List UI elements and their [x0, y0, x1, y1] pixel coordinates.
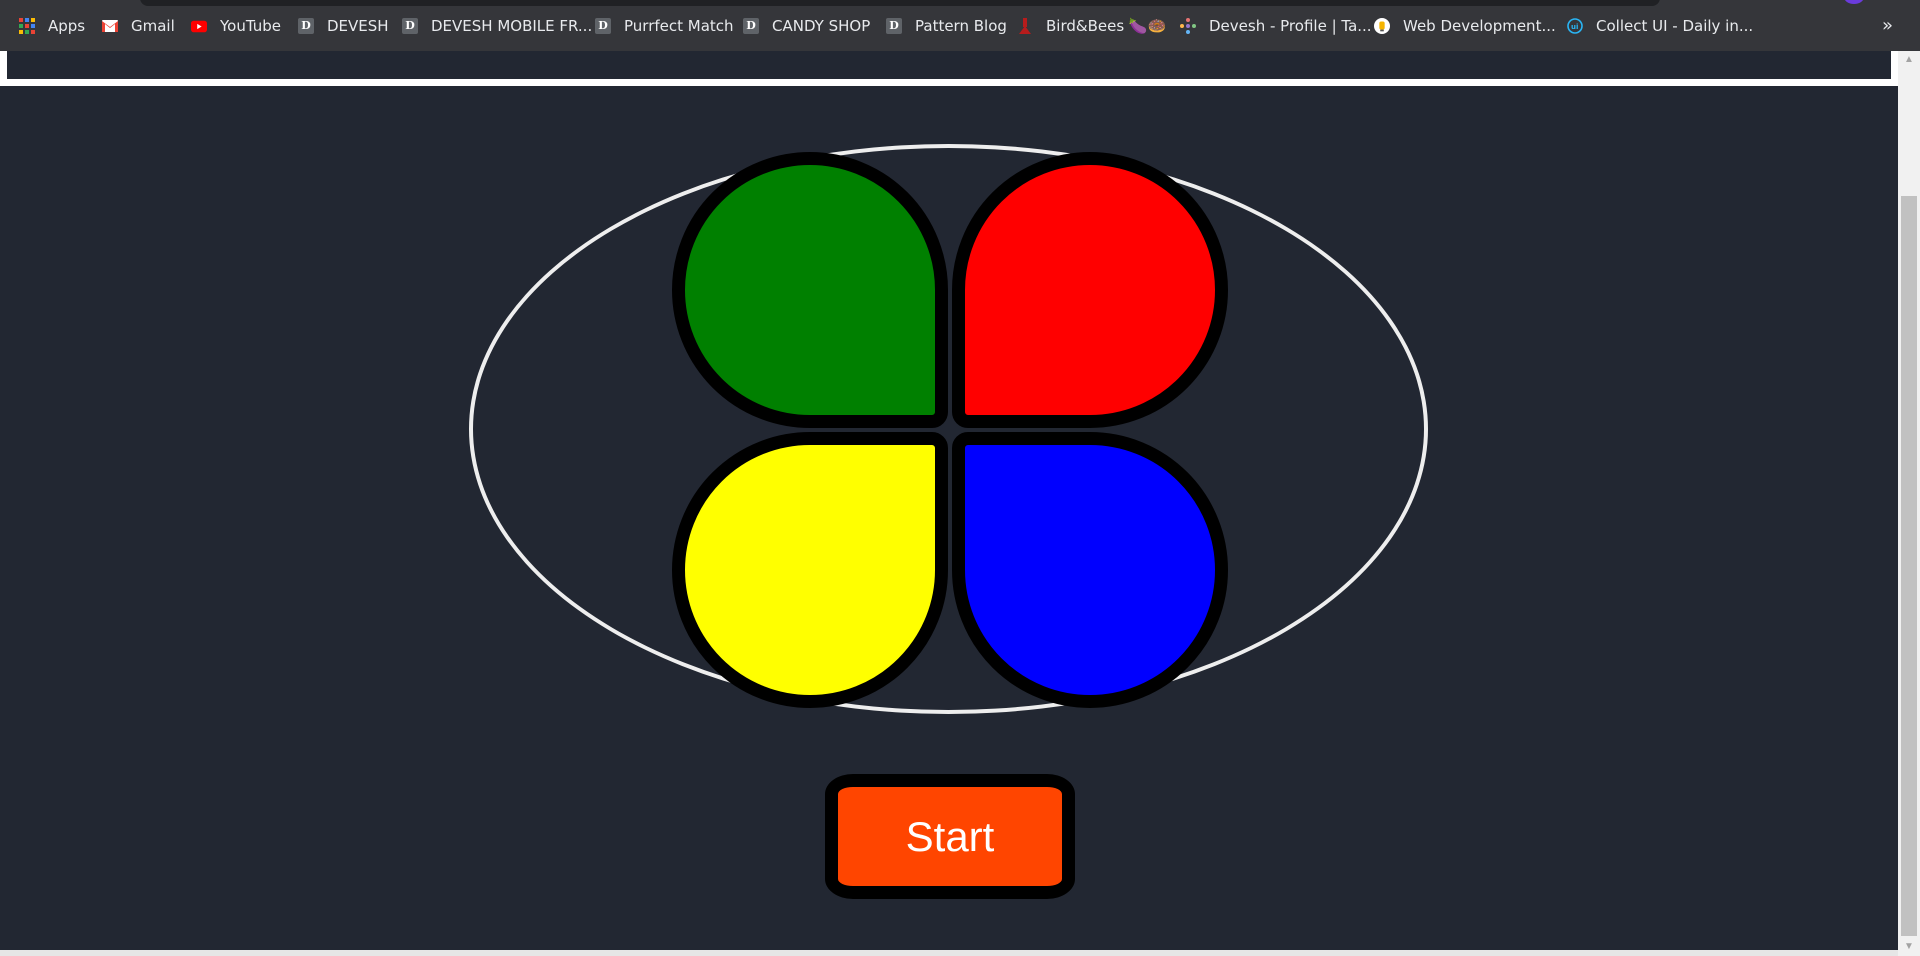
bookmark-purrfect-match[interactable]: D Purrfect Match: [595, 15, 734, 37]
red-pad[interactable]: [952, 152, 1228, 428]
d-favicon-icon: D: [298, 18, 314, 34]
bookmarks-overflow-chevron-icon[interactable]: »: [1882, 15, 1893, 36]
bookmark-label: Bird&Bees 🍆🍩: [1046, 17, 1167, 35]
bookmarks-bar: Apps Gmail YouTube D DEVESH D DEVESH MOB…: [0, 0, 1920, 51]
apps-grid-icon: [19, 18, 35, 34]
page-top-strip: [0, 51, 1898, 86]
d-favicon-icon: D: [886, 18, 902, 34]
bookmark-label: Collect UI - Daily in...: [1596, 17, 1754, 35]
bookmark-label: Web Development...: [1403, 17, 1556, 35]
yellow-pad[interactable]: [672, 432, 948, 708]
blue-pad[interactable]: [952, 432, 1228, 708]
bookmark-label: Devesh - Profile | Ta...: [1209, 17, 1372, 35]
bookmark-label: YouTube: [220, 17, 281, 35]
bookmark-pattern-blog[interactable]: D Pattern Blog: [886, 15, 1007, 37]
board-ellipse-outline: [469, 144, 1428, 714]
d-favicon-icon: D: [743, 18, 759, 34]
webdev-icon: [1374, 18, 1390, 34]
page-top-panel: [7, 51, 1891, 79]
bookmark-candy-shop[interactable]: D CANDY SHOP: [743, 15, 870, 37]
page-scrollbar[interactable]: ▲ ▼: [1898, 51, 1920, 956]
page-bottom-strip: [0, 950, 1898, 956]
bookmark-label: Pattern Blog: [915, 17, 1007, 35]
bookmark-label: Apps: [48, 17, 86, 35]
d-favicon-icon: D: [595, 18, 611, 34]
bookmark-label: Gmail: [131, 17, 175, 35]
bookmark-label: DEVESH: [327, 17, 389, 35]
bookmark-devesh-mobile[interactable]: D DEVESH MOBILE FR...: [402, 15, 592, 37]
scroll-thumb[interactable]: [1901, 196, 1917, 936]
gmail-icon: [102, 18, 118, 34]
bookmark-label: CANDY SHOP: [772, 17, 871, 35]
birdbees-icon: [1017, 18, 1033, 34]
bookmark-devesh[interactable]: D DEVESH: [298, 15, 389, 37]
scroll-up-arrow-icon[interactable]: ▲: [1898, 51, 1920, 69]
youtube-icon: [191, 18, 207, 34]
bookmark-label: Purrfect Match: [624, 17, 734, 35]
collectui-icon: ui: [1567, 18, 1583, 34]
bookmark-bird-bees[interactable]: Bird&Bees 🍆🍩: [1017, 15, 1166, 37]
bookmark-apps[interactable]: Apps: [19, 15, 85, 37]
green-pad[interactable]: [672, 152, 948, 428]
bookmark-devesh-profile[interactable]: Devesh - Profile | Ta...: [1180, 15, 1372, 37]
scroll-down-arrow-icon[interactable]: ▼: [1898, 938, 1920, 956]
bookmark-label: DEVESH MOBILE FR...: [431, 17, 593, 35]
svg-text:ui: ui: [1571, 23, 1578, 31]
bookmark-collect-ui[interactable]: ui Collect UI - Daily in...: [1567, 15, 1753, 37]
start-button[interactable]: Start: [825, 774, 1075, 899]
d-favicon-icon: D: [402, 18, 418, 34]
bookmark-youtube[interactable]: YouTube: [191, 15, 281, 37]
profile-icon: [1180, 18, 1196, 34]
bookmark-gmail[interactable]: Gmail: [102, 15, 175, 37]
bookmark-web-development[interactable]: Web Development...: [1374, 15, 1556, 37]
